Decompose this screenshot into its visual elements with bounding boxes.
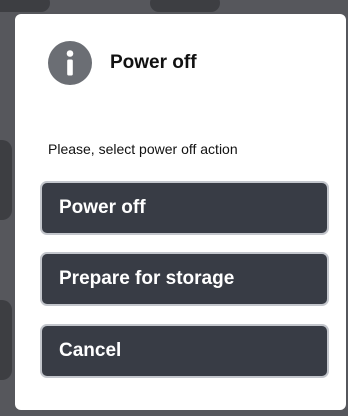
background-shape bbox=[150, 0, 220, 12]
power-off-button[interactable]: Power off bbox=[40, 181, 329, 235]
background-shape bbox=[0, 0, 50, 12]
dialog-header: Power off bbox=[48, 41, 197, 85]
background-shape bbox=[0, 300, 12, 380]
power-off-dialog: Power off Please, select power off actio… bbox=[15, 14, 346, 410]
info-icon bbox=[48, 41, 92, 85]
dialog-prompt: Please, select power off action bbox=[48, 141, 238, 157]
dialog-title: Power off bbox=[110, 52, 197, 73]
cancel-button[interactable]: Cancel bbox=[40, 324, 329, 378]
background-shape bbox=[0, 140, 12, 220]
prepare-for-storage-button[interactable]: Prepare for storage bbox=[40, 252, 329, 306]
